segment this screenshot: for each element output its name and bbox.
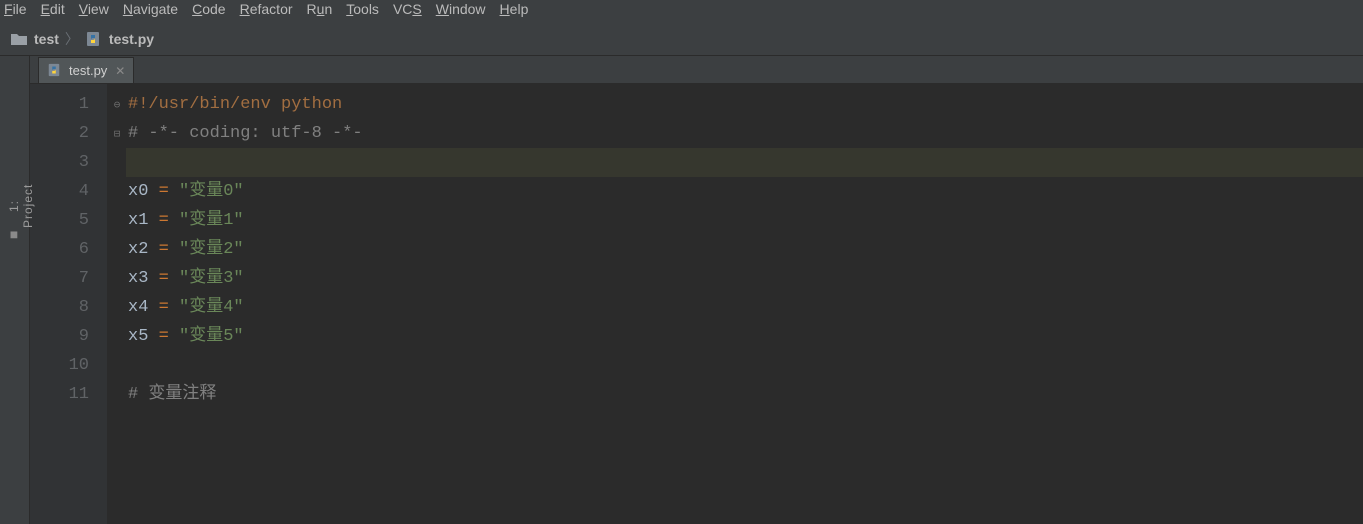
- menu-window[interactable]: Window: [436, 0, 486, 22]
- fold-mark: [108, 177, 126, 206]
- code-line[interactable]: x5 = "变量5": [126, 322, 1363, 351]
- fold-mark: [108, 380, 126, 409]
- line-number[interactable]: 3: [30, 148, 107, 177]
- code-line[interactable]: x1 = "变量1": [126, 206, 1363, 235]
- fold-mark: ⊟: [108, 119, 126, 148]
- fold-mark: [108, 322, 126, 351]
- code-line[interactable]: x4 = "变量4": [126, 293, 1363, 322]
- menu-code[interactable]: Code: [192, 0, 225, 22]
- line-number[interactable]: 11: [30, 380, 107, 409]
- code-line[interactable]: x0 = "变量0": [126, 177, 1363, 206]
- fold-mark: [108, 264, 126, 293]
- line-number[interactable]: 10: [30, 351, 107, 380]
- menu-view[interactable]: View: [79, 0, 109, 22]
- fold-mark: ⊖: [108, 90, 126, 119]
- menu-file[interactable]: File: [4, 0, 27, 22]
- menu-bar: File Edit View Navigate Code Refactor Ru…: [0, 0, 1363, 22]
- fold-mark: [108, 148, 126, 177]
- menu-edit[interactable]: Edit: [41, 0, 65, 22]
- code-line[interactable]: # 变量注释: [126, 380, 1363, 409]
- menu-vcs[interactable]: VCS: [393, 0, 422, 22]
- menu-refactor[interactable]: Refactor: [240, 0, 293, 22]
- line-number[interactable]: 8: [30, 293, 107, 322]
- code-line[interactable]: x3 = "变量3": [126, 264, 1363, 293]
- code-line[interactable]: #!/usr/bin/env python: [126, 90, 1363, 119]
- editor-area: test.py ✕ 1234567891011 ⊖⊟ #!/usr/bin/en…: [30, 56, 1363, 524]
- code-line[interactable]: x2 = "变量2": [126, 235, 1363, 264]
- python-file-icon: [47, 63, 63, 79]
- breadcrumb-file[interactable]: test.py: [109, 31, 154, 47]
- tab-label: test.py: [69, 63, 107, 78]
- menu-navigate[interactable]: Navigate: [123, 0, 178, 22]
- current-line-highlight: [126, 148, 1363, 177]
- code-line[interactable]: # -*- coding: utf-8 -*-: [126, 119, 1363, 148]
- line-number[interactable]: 7: [30, 264, 107, 293]
- line-number[interactable]: 6: [30, 235, 107, 264]
- project-tool-icon[interactable]: ■: [0, 226, 28, 242]
- menu-tools[interactable]: Tools: [346, 0, 379, 22]
- code-content[interactable]: #!/usr/bin/env python# -*- coding: utf-8…: [126, 84, 1363, 524]
- breadcrumb-separator-icon: 〉: [65, 29, 79, 49]
- tool-window-bar-left: 1: Project ■: [0, 56, 30, 524]
- editor-body: 1234567891011 ⊖⊟ #!/usr/bin/env python# …: [30, 84, 1363, 524]
- line-number[interactable]: 5: [30, 206, 107, 235]
- line-number[interactable]: 4: [30, 177, 107, 206]
- fold-mark: [108, 351, 126, 380]
- line-number[interactable]: 9: [30, 322, 107, 351]
- line-number[interactable]: 1: [30, 90, 107, 119]
- folder-icon: [10, 30, 28, 48]
- editor-tabs: test.py ✕: [30, 56, 1363, 84]
- tab-test-py[interactable]: test.py ✕: [38, 57, 134, 83]
- fold-mark: [108, 293, 126, 322]
- fold-mark: [108, 235, 126, 264]
- code-line[interactable]: [126, 351, 1363, 380]
- python-file-icon: [85, 30, 103, 48]
- line-number[interactable]: 2: [30, 119, 107, 148]
- close-icon[interactable]: ✕: [113, 64, 125, 78]
- fold-gutter: ⊖⊟: [108, 84, 126, 524]
- breadcrumb: test 〉 test.py: [0, 22, 1363, 56]
- breadcrumb-folder[interactable]: test: [34, 31, 59, 47]
- line-number-gutter: 1234567891011: [30, 84, 108, 524]
- menu-help[interactable]: Help: [500, 0, 529, 22]
- menu-run[interactable]: Run: [307, 0, 333, 22]
- fold-mark: [108, 206, 126, 235]
